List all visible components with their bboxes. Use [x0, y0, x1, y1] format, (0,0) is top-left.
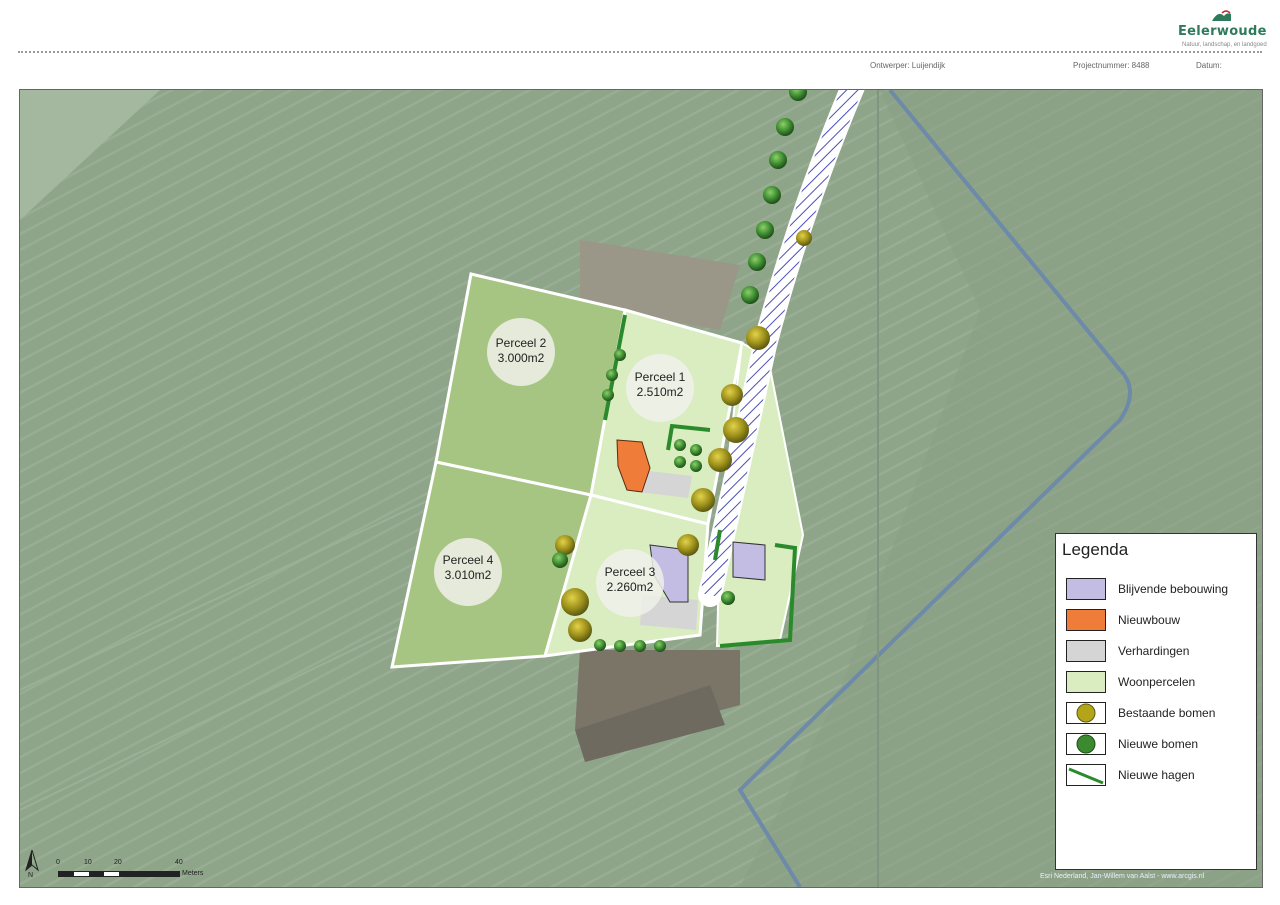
- plot-4-name: Perceel 4: [442, 553, 494, 567]
- legend-label: Woonpercelen: [1118, 675, 1196, 689]
- legend-item-existing-buildings: Blijvende bebouwing: [1066, 578, 1254, 602]
- plot-2-name: Perceel 2: [495, 336, 547, 350]
- scale-bar: [58, 871, 180, 877]
- scale-tick-40: 40: [175, 859, 183, 866]
- new-building-swatch: [1066, 609, 1106, 631]
- brand-logo: Eelerwoude Natuur, landschap, en landgoe…: [1170, 10, 1270, 52]
- plot-3-label: Perceel 3 2.260m2: [590, 565, 670, 595]
- brand-tagline: Natuur, landschap, en landgoed: [1182, 42, 1267, 48]
- legend-label: Bestaande bomen: [1118, 706, 1216, 720]
- new-hedge-icon: [1066, 764, 1106, 786]
- plot-2-area-text: 3.000m2: [497, 351, 545, 365]
- legend-label: Verhardingen: [1118, 644, 1190, 658]
- building-swatch: [1066, 578, 1106, 600]
- scale-tick-0: 0: [56, 859, 60, 866]
- legend-item-residential-plots: Woonpercelen: [1066, 671, 1254, 695]
- plot-1-area-text: 2.510m2: [636, 385, 684, 399]
- scale-tick-20: 20: [114, 859, 122, 866]
- legend-label: Nieuwe hagen: [1118, 768, 1195, 782]
- scale-unit: Meters: [182, 870, 204, 877]
- legend-title: Legenda: [1062, 540, 1129, 559]
- project-number-text: Projectnummer: 8488: [1073, 61, 1150, 70]
- existing-tree-icon: [1066, 702, 1106, 724]
- new-tree-icon: [1066, 733, 1106, 755]
- legend-label: Blijvende bebouwing: [1118, 582, 1229, 596]
- map-copyright: Esri Nederland, Jan-Willem van Aalst - w…: [1040, 873, 1205, 880]
- pavement-swatch: [1066, 640, 1106, 662]
- plot-2-label: Perceel 2 3.000m2: [481, 336, 561, 366]
- existing-building: [732, 541, 766, 581]
- date-label: Datum:: [1196, 61, 1222, 70]
- legend-item-new-trees: Nieuwe bomen: [1066, 733, 1254, 757]
- legend-panel: Legenda Blijvende bebouwing Nieuwbouw Ve…: [1055, 533, 1257, 870]
- plot-4-area-text: 3.010m2: [444, 568, 492, 582]
- plot-3-area-text: 2.260m2: [606, 580, 654, 594]
- plot-3-name: Perceel 3: [604, 565, 656, 579]
- legend-label: Nieuwe bomen: [1118, 737, 1199, 751]
- legend-item-new-building: Nieuwbouw: [1066, 609, 1254, 633]
- plot-1-label: Perceel 1 2.510m2: [620, 370, 700, 400]
- legend-item-existing-trees: Bestaande bomen: [1066, 702, 1254, 726]
- legend-item-new-hedges: Nieuwe hagen: [1066, 764, 1254, 788]
- north-label: N: [28, 872, 34, 879]
- plot-4-label: Perceel 4 3.010m2: [428, 553, 508, 583]
- residential-plot-swatch: [1066, 671, 1106, 693]
- scale-tick-10: 10: [84, 859, 92, 866]
- header-divider: [18, 51, 1262, 53]
- legend-item-pavement: Verhardingen: [1066, 640, 1254, 664]
- designer-text: Ontwerper: Luijendijk: [870, 61, 946, 70]
- logo-mark-icon: [1212, 10, 1231, 21]
- legend-label: Nieuwbouw: [1118, 613, 1181, 627]
- brand-name: Eelerwoude: [1178, 24, 1267, 39]
- plot-1-name: Perceel 1: [634, 370, 686, 384]
